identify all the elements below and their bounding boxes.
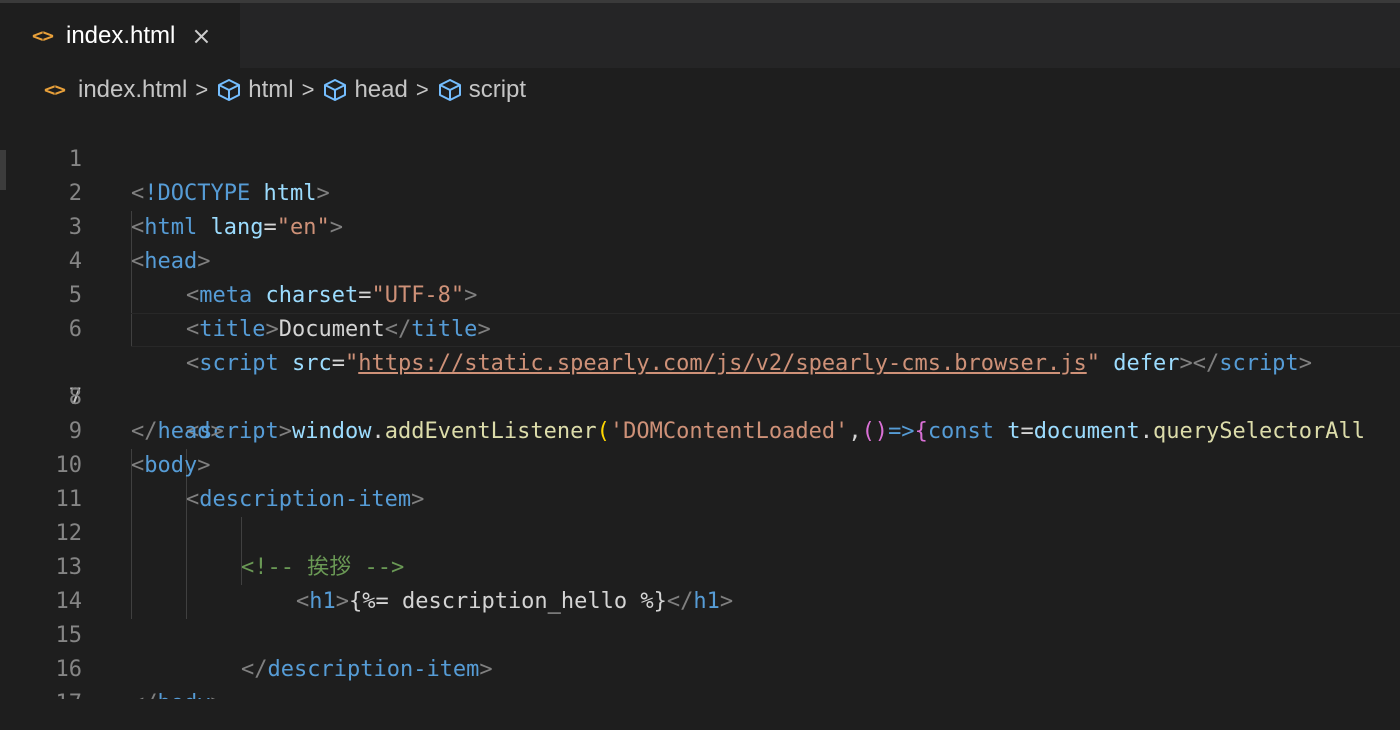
code-line: 1 <!DOCTYPE html>: [0, 109, 1400, 206]
breadcrumb-item-script[interactable]: script: [437, 76, 526, 104]
breadcrumb-label: script: [468, 76, 527, 103]
chevron-right-icon: >: [195, 77, 209, 102]
code-line: 17 </html>: [0, 653, 1400, 699]
line-number: 17: [0, 687, 83, 699]
code-line: 14: [0, 551, 1400, 614]
breadcrumb: <> index.html > html > head > script: [0, 68, 1400, 112]
breadcrumb-item-file[interactable]: <> index.html: [44, 76, 187, 104]
html-file-icon: <>: [32, 24, 54, 47]
code-line: 10 <description-item>: [0, 415, 1400, 512]
cube-icon: [438, 79, 461, 101]
cube-icon: [218, 79, 241, 101]
breadcrumb-label: index.html: [78, 76, 188, 103]
breadcrumb-label: html: [248, 76, 294, 103]
code-line: 16 </body>: [0, 619, 1400, 699]
code-line: 3 <head>: [0, 177, 1400, 274]
tab-label: index.html: [66, 21, 176, 49]
code-line: 12 <!-- 挨拶 -->: [0, 483, 1400, 580]
code-line: 8 </head>: [0, 347, 1400, 444]
current-line-highlight: [131, 313, 1400, 347]
html-file-icon: <>: [44, 79, 66, 101]
code-line: 15 </description-item>: [0, 585, 1400, 682]
chevron-right-icon: >: [415, 77, 429, 102]
cube-icon: [324, 79, 347, 101]
code-line: 13 <h1>{%= description_hello %}</h1>: [0, 517, 1400, 614]
breadcrumb-item-html[interactable]: html: [216, 76, 294, 104]
code-line: 11: [0, 449, 1400, 512]
close-icon[interactable]: ×: [191, 24, 211, 48]
tab-index-html[interactable]: <> index.html ×: [0, 3, 240, 68]
code-line: 5 <title>Document</title>: [0, 245, 1400, 342]
code-line: 9 <body>: [0, 381, 1400, 478]
chevron-right-icon: >: [301, 77, 315, 102]
code-line: 4 <meta charset="UTF-8">: [0, 211, 1400, 308]
code-line-active: 7 <script>window.addEventListener('DOMCo…: [0, 313, 1400, 444]
code-line: 2 <html lang="en">: [0, 143, 1400, 240]
line-content: </body>: [131, 687, 224, 699]
code-editor[interactable]: 1 <!DOCTYPE html> 2 <html lang="en"> 3 <…: [0, 109, 1400, 699]
breadcrumb-label: head: [354, 76, 408, 103]
code-line: 6 <script src="https://static.spearly.co…: [0, 279, 1400, 376]
tab-bar: <> index.html ×: [0, 3, 1400, 68]
breadcrumb-item-head[interactable]: head: [322, 76, 408, 104]
